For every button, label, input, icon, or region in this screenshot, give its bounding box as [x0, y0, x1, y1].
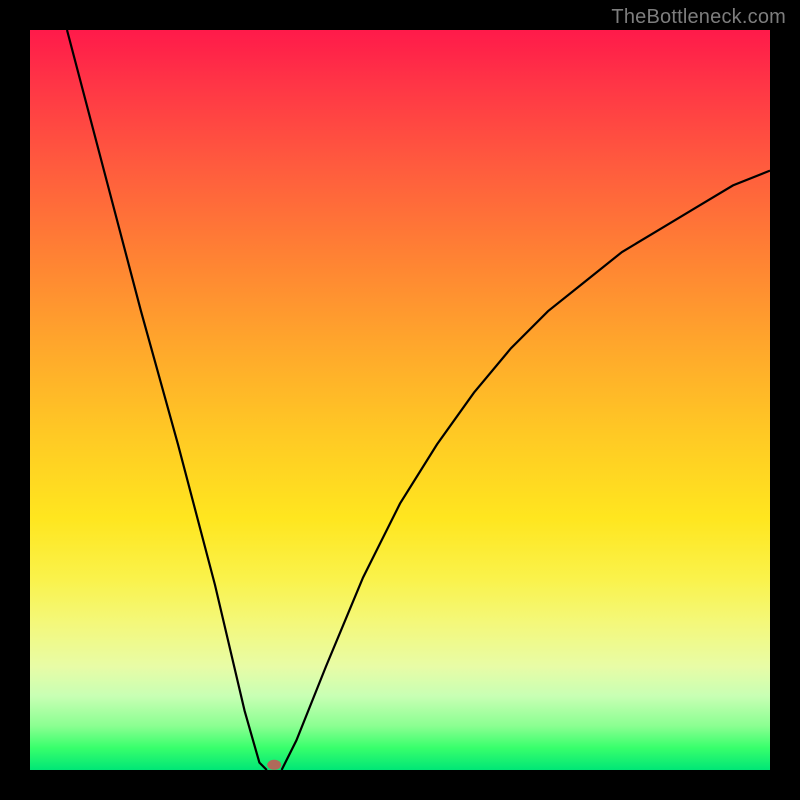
chart-svg	[30, 30, 770, 770]
plot-area	[30, 30, 770, 770]
curve-left-branch	[67, 30, 267, 770]
outer-frame: TheBottleneck.com	[0, 0, 800, 800]
curve-right-branch	[282, 171, 770, 770]
watermark-text: TheBottleneck.com	[611, 6, 786, 29]
minimum-marker-icon	[267, 760, 281, 770]
